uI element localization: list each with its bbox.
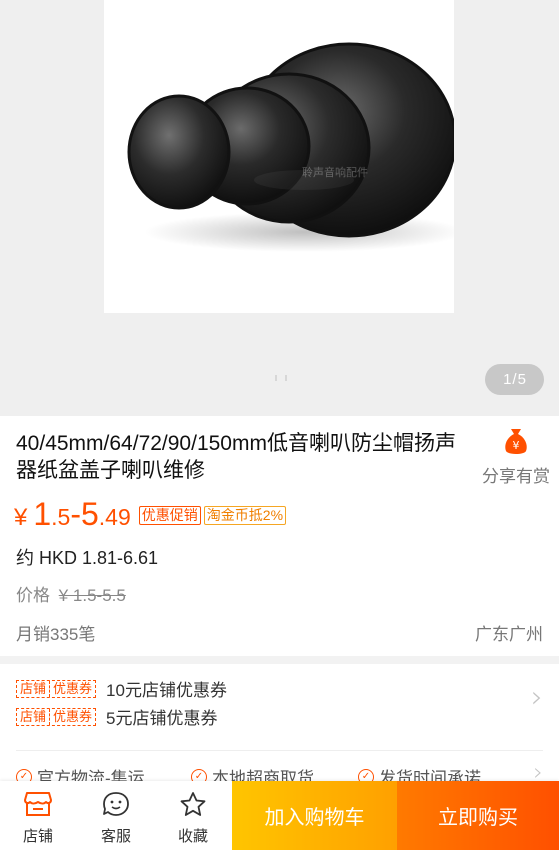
share-button[interactable]: ¥ 分享有赏 — [476, 426, 556, 487]
coupon-tag-type: 优惠券 — [49, 708, 95, 725]
customer-service-button[interactable]: 客服 — [86, 791, 146, 846]
favorite-button[interactable]: 收藏 — [163, 791, 223, 846]
chat-face-icon — [103, 792, 129, 816]
hkd-price: 约 HKD 1.81-6.61 — [16, 548, 159, 568]
original-price: 价格 ¥ 1.5-5.5 — [16, 581, 126, 606]
star-icon — [180, 792, 206, 816]
price-currency: ¥ — [14, 504, 28, 531]
add-to-cart-button[interactable]: 加入购物车 — [232, 781, 397, 850]
favorite-label: 收藏 — [177, 828, 208, 845]
page-total: 5 — [517, 371, 526, 388]
coupon-text: 5元店铺优惠券 — [106, 709, 218, 728]
promo-tag: 优惠促销 — [138, 506, 201, 525]
coupon-tag-type: 优惠券 — [49, 680, 95, 697]
monthly-sales: 月销335笔 — [16, 625, 96, 644]
ship-location: 广东广州 — [475, 625, 543, 644]
original-price-value: ¥ 1.5-5.5 — [58, 586, 126, 605]
price-int-high: 5 — [81, 496, 99, 532]
product-gallery[interactable]: 聆声音响配件 1/5 — [0, 0, 559, 416]
share-label: 分享有赏 — [482, 467, 550, 486]
price-dec-low: .5 — [51, 504, 71, 530]
store-label: 店铺 — [22, 828, 53, 845]
svg-text:聆声音响配件: 聆声音响配件 — [302, 165, 368, 179]
coupon-text: 10元店铺优惠券 — [106, 681, 227, 700]
product-info: 40/45mm/64/72/90/150mm低音喇叭防尘帽扬声器纸盆盖子喇叭维修… — [0, 416, 559, 656]
price-separator: - — [70, 496, 81, 532]
store-button[interactable]: 店铺 — [8, 791, 68, 846]
price-dec-high: .49 — [98, 504, 131, 530]
gallery-dots — [275, 375, 287, 381]
svg-text:¥: ¥ — [513, 439, 520, 452]
product-image[interactable]: 聆声音响配件 — [104, 0, 454, 313]
coupon-tag-store: 店铺 — [20, 708, 47, 724]
bottom-action-bar: 店铺 客服 收藏 加入购物车 立即购买 — [0, 781, 559, 850]
service-label: 客服 — [100, 828, 131, 845]
page-separator: / — [512, 371, 517, 388]
page-current: 1 — [503, 371, 512, 388]
gallery-page-indicator: 1/5 — [485, 364, 544, 395]
coupon-section[interactable]: 店铺 优惠券 10元店铺优惠券 店铺 优惠券 5元店铺优惠券 › — [0, 664, 559, 750]
coupon-item[interactable]: 店铺 优惠券 10元店铺优惠券 — [16, 676, 227, 701]
store-icon — [24, 792, 52, 816]
coupon-item[interactable]: 店铺 优惠券 5元店铺优惠券 — [16, 704, 218, 729]
dust-caps-illustration: 聆声音响配件 — [127, 42, 454, 252]
coupon-tag: 店铺 优惠券 — [16, 707, 97, 726]
buy-now-button[interactable]: 立即购买 — [397, 781, 559, 850]
coupon-tag: 店铺 优惠券 — [16, 679, 97, 698]
money-bag-icon: ¥ — [505, 429, 527, 454]
service-row[interactable]: ✓ 官方物流-集运 ✓ 本地超商取货 ✓ 发货时间承诺 › — [0, 750, 559, 788]
original-price-label: 价格 — [16, 586, 50, 605]
coupon-tag-store: 店铺 — [20, 680, 47, 696]
price-int-low: 1 — [33, 496, 52, 532]
price-row: ¥ 1 .5 - 5 .49 优惠促销 淘金币抵2% — [14, 496, 287, 533]
product-title: 40/45mm/64/72/90/150mm低音喇叭防尘帽扬声器纸盆盖子喇叭维修 — [16, 432, 456, 482]
divider — [16, 750, 543, 751]
chevron-right-icon[interactable]: › — [531, 680, 543, 715]
coin-tag: 淘金币抵2% — [203, 506, 287, 525]
